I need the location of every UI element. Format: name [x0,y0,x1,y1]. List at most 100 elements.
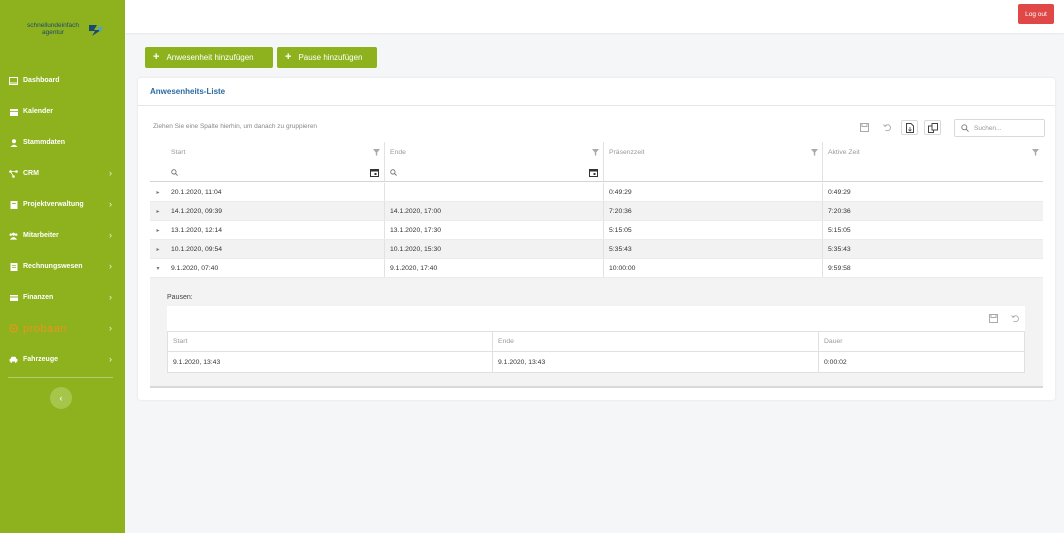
column-header-start[interactable]: Start [168,332,493,351]
reset-layout-button[interactable] [1007,311,1023,325]
sidebar-item-label: CRM [23,170,39,177]
row-detail-breaks: Pausen: Start Ende Dauer 9.1.2020, 13:43… [150,278,1043,388]
filter-icon[interactable] [811,149,818,156]
expand-row-icon[interactable]: ▸ [156,189,159,196]
book-icon [9,200,18,209]
add-attendance-button[interactable]: + Anwesenheit hinzufügen [145,47,273,68]
grid-header: Start Ende Präsenzzeit Aktive Zeit [150,142,1043,163]
chevron-right-icon: › [109,230,112,240]
table-row[interactable]: ▸ 13.1.2020, 12:14 13.1.2020, 17:30 5:15… [150,221,1043,240]
column-header-aktive-zeit[interactable]: Aktive Zeit [823,142,1043,163]
calendar-icon [9,107,18,116]
sidebar-item-mitarbeiter[interactable]: Mitarbeiter › [0,220,125,251]
logout-button[interactable]: Log out [1018,4,1054,24]
sidebar-item-kalender[interactable]: Kalender [0,96,125,127]
chevron-right-icon: › [109,292,112,302]
chevron-right-icon: › [109,354,112,364]
breaks-label: Pausen: [167,294,193,301]
sidebar-collapse-button[interactable]: ‹ [50,387,72,409]
calendar-icon[interactable] [370,168,379,177]
search-icon [171,168,178,176]
breaks-toolbar [167,306,1025,331]
sidebar-item-label: probaan [23,322,67,335]
sidebar-item-probaan[interactable]: probaan › [0,313,125,344]
breaks-grid-header: Start Ende Dauer [168,332,1024,352]
user-icon [9,138,18,147]
sidebar-nav: Dashboard Kalender Stammdaten CRM › Proj… [0,65,125,375]
presence-filter-input[interactable] [604,163,823,181]
chevron-right-icon: › [109,199,112,209]
plus-icon: + [285,51,292,63]
group-panel-hint[interactable]: Ziehen Sie eine Spalte hierhin, um danac… [153,123,317,130]
column-header-ende[interactable]: Ende [385,142,604,163]
add-break-label: Pause hinzufügen [298,53,363,62]
save-layout-button[interactable] [985,311,1001,325]
export-button[interactable] [901,120,918,135]
save-layout-button[interactable] [856,120,873,135]
add-break-button[interactable]: + Pause hinzufügen [277,47,377,68]
sidebar-item-label: Rechnungswesen [23,263,83,270]
save-icon [988,313,998,323]
probaan-logo-icon [9,324,18,333]
filter-row [150,163,1043,182]
column-header-ende[interactable]: Ende [493,332,819,351]
search-placeholder: Suchen... [974,124,1002,132]
sidebar-item-label: Finanzen [23,294,54,301]
calendar-icon[interactable] [589,168,598,177]
column-chooser-icon [927,122,938,133]
expand-row-icon[interactable]: ▸ [156,227,159,234]
collapse-row-icon[interactable]: ▾ [156,265,159,272]
sidebar-item-label: Dashboard [23,77,60,84]
table-row-expanded[interactable]: ▾ 9.1.2020, 07:40 9.1.2020, 17:40 10:00:… [150,259,1043,278]
agency-logo[interactable]: schnellundeinfach agentur [18,22,108,42]
attendance-grid: Start Ende Präsenzzeit Aktive Zeit ▸ 20.… [150,142,1043,388]
invoice-icon [9,262,18,271]
sidebar-item-label: Stammdaten [23,139,66,146]
table-row[interactable]: 9.1.2020, 13:43 9.1.2020, 13:43 0:00:02 [168,352,1024,372]
sidebar-item-crm[interactable]: CRM › [0,158,125,189]
search-input[interactable]: Suchen... [954,119,1045,137]
add-attendance-label: Anwesenheit hinzufügen [166,53,254,62]
search-icon [961,124,969,132]
sidebar-item-stammdaten[interactable]: Stammdaten [0,127,125,158]
sidebar-item-dashboard[interactable]: Dashboard [0,65,125,96]
sidebar: schnellundeinfach agentur Dashboard Kale… [0,0,125,533]
start-filter-input[interactable] [166,163,385,181]
sidebar-item-fahrzeuge[interactable]: Fahrzeuge › [0,344,125,375]
expand-row-icon[interactable]: ▸ [156,208,159,215]
expand-row-icon[interactable]: ▸ [156,246,159,253]
filter-icon[interactable] [1032,149,1039,156]
column-chooser-button[interactable] [924,120,941,135]
export-file-icon [905,122,914,133]
table-row[interactable]: ▸ 10.1.2020, 09:54 10.1.2020, 15:30 5:35… [150,240,1043,259]
end-filter-input[interactable] [385,163,604,181]
attendance-panel: Anwesenheits-Liste Ziehen Sie eine Spalt… [138,78,1055,400]
chevron-right-icon: › [109,261,112,271]
sidebar-item-projektverwaltung[interactable]: Projektverwaltung › [0,189,125,220]
sidebar-item-label: Projektverwaltung [23,201,84,208]
expand-column-header [150,142,166,163]
logo-mark-icon [89,25,103,36]
topbar: Log out [125,0,1064,33]
breaks-grid: Start Ende Dauer 9.1.2020, 13:43 9.1.202… [167,331,1025,373]
logo-text: schnellundeinfach agentur [26,22,80,36]
plus-icon: + [153,51,160,63]
filter-icon[interactable] [592,149,599,156]
column-header-dauer[interactable]: Dauer [819,332,1024,351]
sidebar-item-rechnungswesen[interactable]: Rechnungswesen › [0,251,125,282]
sidebar-item-finanzen[interactable]: Finanzen › [0,282,125,313]
table-row[interactable]: ▸ 14.1.2020, 09:39 14.1.2020, 17:00 7:20… [150,202,1043,221]
filter-icon[interactable] [373,149,380,156]
table-row[interactable]: ▸ 20.1.2020, 11:04 0:49:29 0:49:29 [150,183,1043,202]
save-icon [860,123,869,132]
active-filter-input[interactable] [823,163,1043,181]
dashboard-icon [9,76,18,85]
chevron-left-icon: ‹ [59,393,63,403]
sidebar-item-label: Fahrzeuge [23,356,59,363]
reset-layout-button[interactable] [879,120,896,135]
sidebar-item-label: Mitarbeiter [23,232,59,239]
column-header-praesenzzeit[interactable]: Präsenzzeit [604,142,823,163]
panel-divider [138,105,1055,106]
column-header-start[interactable]: Start [166,142,385,163]
sidebar-item-label: Kalender [23,108,53,115]
